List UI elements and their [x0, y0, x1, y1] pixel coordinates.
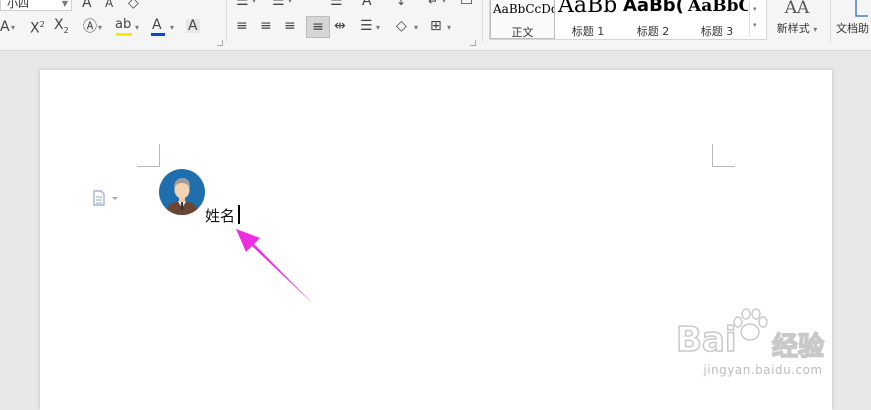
paw-icon: [733, 308, 768, 341]
show-marks-icon[interactable]: ↵: [428, 0, 438, 8]
superscript-icon[interactable]: X2: [30, 18, 45, 36]
doc-helper-icon: [836, 0, 871, 20]
new-style-label: 新样式: [776, 22, 810, 35]
text-effect-icon[interactable]: Ⓐ: [83, 20, 97, 34]
divider: [830, 0, 831, 42]
paragraph-dialog-launcher-icon[interactable]: [470, 40, 476, 46]
align-right-icon[interactable]: ≡: [284, 19, 296, 33]
chevron-down-icon[interactable]: ▾: [288, 0, 292, 5]
new-style-icon: AA: [784, 0, 810, 18]
doc-helper-label: 文档助: [836, 22, 869, 35]
chevron-down-icon[interactable]: ▾: [98, 23, 102, 32]
shrink-font-icon[interactable]: A: [105, 0, 113, 10]
chevron-down-icon[interactable]: ▾: [170, 23, 174, 32]
font-dialog-launcher-icon[interactable]: [217, 40, 223, 46]
subscript-icon[interactable]: X2: [54, 18, 69, 38]
highlight-color-swatch: [116, 33, 132, 36]
ribbon-toolbar: 小四 ▼ A A ◇ A ▾ X2 X2 Ⓐ ▾ ab ▾ A ▾ A ☰ ▾ …: [0, 0, 871, 51]
clear-format-icon[interactable]: ◇: [128, 0, 139, 10]
style-item-body[interactable]: AaBbCcDd 正文: [490, 0, 555, 39]
person-icon: [159, 169, 205, 215]
strikethrough-icon[interactable]: A: [0, 20, 10, 34]
style-gallery: AaBbCcDd 正文 AaBb 标题 1 AaBb( 标题 2 AaBbCc …: [489, 0, 767, 40]
style-item-heading-3[interactable]: AaBbCc 标题 3: [686, 0, 748, 39]
chevron-down-icon[interactable]: ▾: [11, 23, 15, 32]
text-cursor: [238, 205, 240, 224]
gallery-more-icon: ▾: [753, 21, 757, 29]
chevron-down-icon[interactable]: ▾: [376, 23, 380, 32]
borders-top-icon[interactable]: ▭: [460, 0, 473, 8]
watermark: Bai 经验 jingyan.baidu.com: [668, 300, 868, 390]
justify-icon[interactable]: ≡: [306, 16, 330, 38]
font-size-value: 小四: [7, 0, 29, 10]
bullets-icon[interactable]: ☰: [236, 0, 249, 8]
watermark-brand-cn: 经验: [771, 331, 825, 363]
style-item-heading-1[interactable]: AaBb 标题 1: [556, 0, 620, 39]
doc-helper-button[interactable]: 文档助: [836, 0, 871, 36]
document-icon: [93, 190, 105, 206]
char-shading-icon[interactable]: A: [186, 19, 200, 33]
chevron-down-icon[interactable]: ▾: [135, 23, 139, 32]
chevron-down-icon[interactable]: ▾: [447, 23, 451, 32]
line-spacing-icon[interactable]: ☰: [360, 19, 373, 33]
chevron-down-icon[interactable]: ▾: [442, 0, 446, 5]
divider: [226, 0, 227, 42]
style-preview: AaBbCcDd: [493, 2, 555, 16]
font-color-swatch: [151, 33, 165, 36]
distributed-align-icon[interactable]: ⇹: [334, 19, 346, 33]
shading-icon[interactable]: ◇: [396, 19, 407, 33]
font-size-select[interactable]: 小四 ▼: [0, 0, 72, 11]
chevron-down-icon: [112, 197, 118, 200]
font-color-icon[interactable]: A: [152, 18, 162, 32]
margin-corner-top-right: [712, 144, 735, 167]
align-center-icon[interactable]: ≡: [260, 19, 272, 33]
style-preview: AaBbCc: [688, 0, 748, 16]
chevron-down-icon[interactable]: ▾: [414, 23, 418, 32]
style-preview: AaBb: [558, 0, 618, 18]
divider: [482, 0, 483, 42]
style-caption: 标题 3: [700, 25, 734, 38]
document-text[interactable]: 姓名: [205, 205, 235, 226]
style-preview: AaBb(: [623, 0, 684, 16]
grow-font-icon[interactable]: A: [82, 0, 92, 10]
watermark-url: jingyan.baidu.com: [703, 363, 823, 377]
chevron-down-icon: ▼: [61, 0, 68, 8]
margin-corner-top-left: [137, 144, 160, 167]
numbering-icon[interactable]: ☰: [272, 0, 285, 8]
avatar[interactable]: [159, 169, 205, 215]
style-caption: 标题 1: [571, 25, 605, 38]
new-style-button[interactable]: AA 新样式 ▾: [772, 0, 822, 36]
decrease-indent-icon[interactable]: ☰: [330, 0, 343, 8]
borders-icon[interactable]: ⊞: [430, 19, 442, 33]
style-caption: 正文: [511, 26, 534, 39]
paragraph-handle[interactable]: [92, 190, 122, 210]
chevron-down-icon: ▾: [813, 25, 818, 34]
align-left-icon[interactable]: ≡: [236, 19, 248, 33]
gallery-scroll[interactable]: ▾ ▾: [749, 0, 764, 37]
sort-icon[interactable]: ↕: [396, 0, 406, 8]
increase-indent-icon[interactable]: A: [362, 0, 372, 8]
highlight-icon[interactable]: ab: [115, 18, 131, 32]
chevron-down-icon[interactable]: ▾: [252, 0, 256, 5]
chevron-down-icon: ▾: [753, 5, 757, 13]
watermark-brand: Bai: [675, 319, 737, 361]
style-item-heading-2[interactable]: AaBb( 标题 2: [621, 0, 685, 39]
style-caption: 标题 2: [636, 25, 670, 38]
